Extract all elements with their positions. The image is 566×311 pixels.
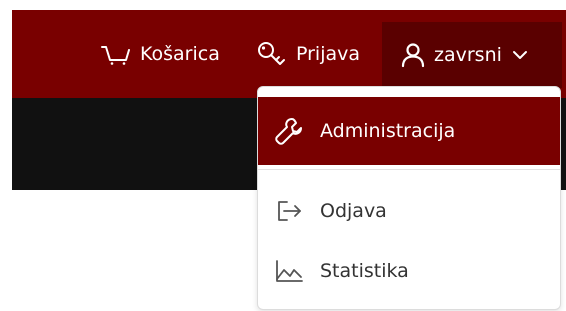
wrench-icon (274, 116, 304, 146)
user-menu-toggle[interactable]: zavrsni (382, 22, 562, 88)
cart-link[interactable]: Košarica (100, 10, 220, 98)
chart-line-icon (274, 256, 304, 286)
user-label: zavrsni (434, 44, 502, 66)
menu-item-logout[interactable]: Odjava (258, 187, 560, 235)
menu-item-label: Statistika (320, 260, 409, 282)
logout-icon (274, 196, 304, 226)
key-icon (256, 40, 288, 68)
menu-item-label: Odjava (320, 200, 387, 222)
cart-label: Košarica (140, 43, 220, 65)
menu-item-label: Administracija (320, 120, 456, 142)
menu-item-administration[interactable]: Administracija (258, 97, 560, 165)
menu-divider (258, 169, 560, 170)
login-label: Prijava (296, 43, 361, 65)
login-link[interactable]: Prijava (256, 10, 360, 98)
user-icon (400, 42, 426, 68)
chevron-down-icon (512, 50, 528, 60)
page: Košarica Prijava zavrsni Administracija … (0, 0, 566, 311)
menu-item-statistics[interactable]: Statistika (258, 247, 560, 295)
user-dropdown-menu: Administracija Odjava Statistika (257, 86, 561, 310)
cart-icon (100, 42, 132, 66)
